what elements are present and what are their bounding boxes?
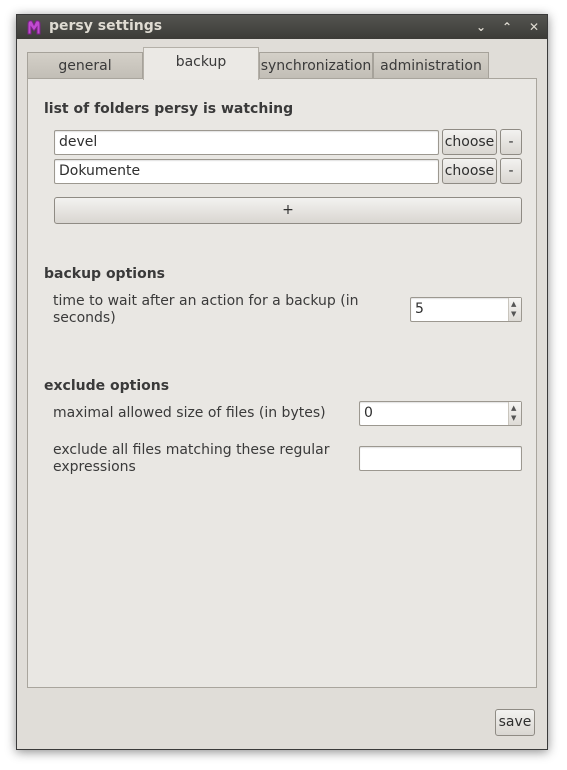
window-title: persy settings: [49, 18, 163, 34]
folder-path-field[interactable]: Dokumente: [54, 159, 439, 184]
add-folder-button[interactable]: +: [54, 197, 522, 224]
spin-down-icon[interactable]: ▼: [511, 414, 516, 422]
save-button[interactable]: save: [495, 709, 535, 736]
backup-panel: list of folders persy is watching devel …: [27, 78, 537, 688]
remove-folder-button[interactable]: -: [500, 129, 522, 155]
exclude-regex-label: exclude all files matching these regular…: [53, 442, 330, 475]
tab-backup[interactable]: backup: [143, 47, 259, 80]
choose-folder-button[interactable]: choose: [442, 129, 497, 155]
titlebar[interactable]: persy settings ⌄ ⌃ ✕: [17, 15, 547, 39]
folders-section-title: list of folders persy is watching: [44, 101, 294, 117]
max-size-spinner[interactable]: 0 ▲ ▼: [359, 401, 522, 426]
tab-administration[interactable]: administration: [373, 52, 489, 78]
backup-wait-value: 5: [415, 301, 424, 317]
spin-up-icon[interactable]: ▲: [511, 404, 516, 412]
maximize-icon[interactable]: ⌃: [498, 18, 516, 36]
close-icon[interactable]: ✕: [525, 18, 543, 36]
backup-wait-spinner[interactable]: 5 ▲ ▼: [410, 297, 522, 322]
tab-general[interactable]: general: [27, 52, 143, 78]
minimize-icon[interactable]: ⌄: [472, 18, 490, 36]
max-size-value: 0: [364, 405, 373, 421]
backup-wait-label: time to wait after an action for a backu…: [53, 293, 359, 326]
exclude-regex-field[interactable]: [359, 446, 522, 471]
folder-path-field[interactable]: devel: [54, 130, 439, 155]
exclude-options-title: exclude options: [44, 378, 170, 394]
remove-folder-button[interactable]: -: [500, 158, 522, 184]
choose-folder-button[interactable]: choose: [442, 158, 497, 184]
spin-up-icon[interactable]: ▲: [511, 300, 516, 308]
spin-arrows[interactable]: ▲ ▼: [508, 298, 521, 321]
max-size-label: maximal allowed size of files (in bytes): [53, 405, 326, 421]
backup-options-title: backup options: [44, 266, 165, 282]
tab-synchronization[interactable]: synchronization: [259, 52, 373, 78]
app-icon: [27, 20, 41, 35]
spin-arrows[interactable]: ▲ ▼: [508, 402, 521, 425]
spin-down-icon[interactable]: ▼: [511, 310, 516, 318]
settings-window: persy settings ⌄ ⌃ ✕ general backup sync…: [16, 14, 548, 750]
